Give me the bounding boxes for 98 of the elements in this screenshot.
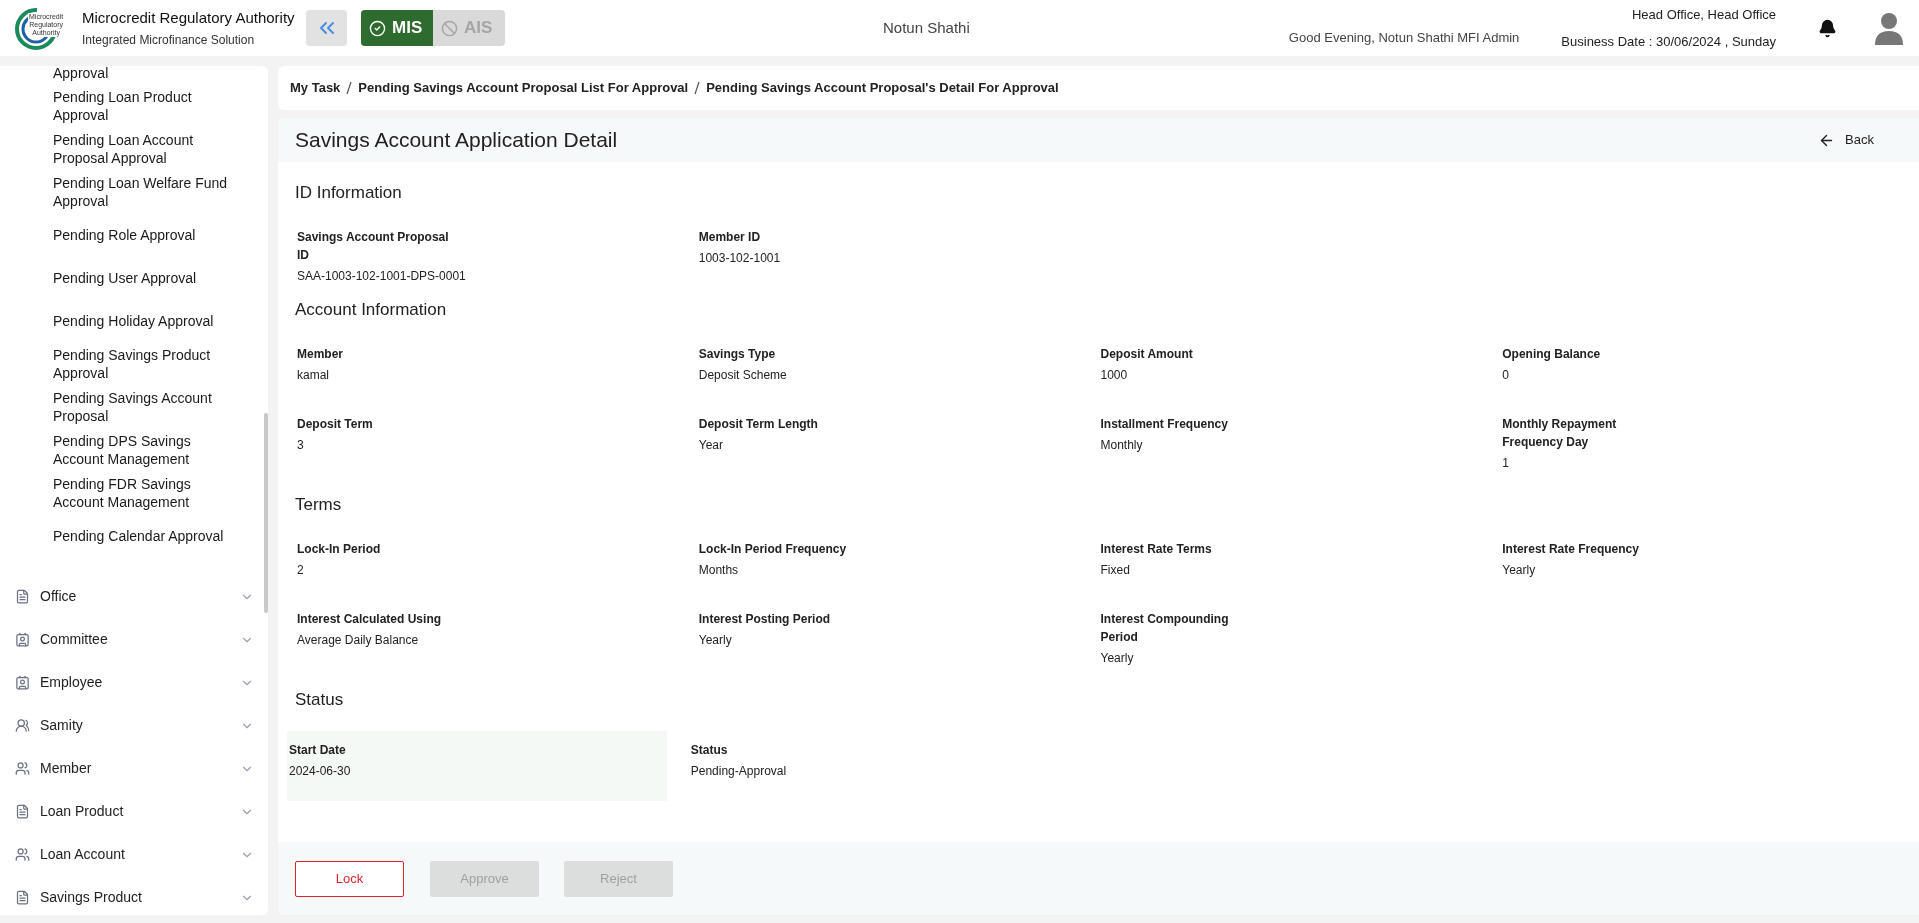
sidebar-subitem[interactable]: Pending Savings Account Proposal bbox=[53, 385, 233, 428]
field-value: Yearly bbox=[1502, 562, 1537, 579]
menu-label: Employee bbox=[40, 673, 103, 692]
org-name: Microcredit Regulatory Authority bbox=[82, 7, 295, 28]
back-link[interactable]: Back bbox=[1818, 130, 1874, 150]
sidebar-subitem[interactable]: Pending DPS Savings Account Management bbox=[53, 428, 233, 471]
field-value: Fixed bbox=[1100, 562, 1131, 579]
people-icon bbox=[15, 847, 30, 862]
field-value: Monthly bbox=[1100, 437, 1144, 454]
field-label: Interest Rate Terms bbox=[1100, 541, 1213, 558]
field-value: 2024-06-30 bbox=[289, 763, 352, 780]
menu-label: Loan Product bbox=[40, 802, 124, 821]
contact-card-icon bbox=[15, 632, 30, 647]
sidebar-menu-item[interactable]: Loan Account bbox=[0, 833, 268, 876]
field-label: Opening Balance bbox=[1502, 346, 1602, 363]
module-tab[interactable]: MIS bbox=[361, 10, 433, 46]
center-title: Notun Shathi bbox=[883, 17, 970, 38]
sidebar-subitem[interactable]: Pending Savings Product Approval bbox=[53, 342, 233, 385]
greeting-text: Good Evening, Notun Shathi MFI Admin bbox=[1288, 29, 1520, 48]
sidebar-subitem[interactable]: Pending Holiday Approval bbox=[53, 299, 233, 342]
user-avatar-icon[interactable] bbox=[1873, 11, 1905, 45]
notification-bell-icon[interactable] bbox=[1818, 18, 1837, 38]
breadcrumb-link[interactable]: Pending Savings Account Proposal List For Approval bbox=[358, 78, 689, 98]
field-label: Interest Rate Frequency bbox=[1502, 541, 1640, 558]
field-label: Lock-In Period bbox=[297, 541, 382, 558]
page-title: Savings Account Application Detail bbox=[295, 127, 618, 154]
sidebar-subitem[interactable]: Pending FDR Savings Account Management bbox=[53, 471, 233, 514]
section-title: Account Information bbox=[295, 299, 448, 322]
org-subtitle: Integrated Microfinance Solution bbox=[82, 32, 256, 50]
prohibited-icon bbox=[441, 19, 458, 37]
field-value: SAA-1003-102-1001-DPS-0001 bbox=[297, 268, 467, 285]
office-text: Head Office, Head Office bbox=[1631, 5, 1776, 24]
sidebar-menu-item[interactable]: Samity bbox=[0, 704, 268, 747]
field-value: Deposit Scheme bbox=[698, 367, 788, 384]
sidebar-menu-item[interactable]: Office bbox=[0, 575, 268, 618]
section-title: Terms bbox=[295, 494, 343, 517]
field-label: Monthly Repayment Frequency Day bbox=[1502, 416, 1618, 451]
contact-card-icon bbox=[15, 675, 30, 690]
action-button[interactable]: Lock bbox=[295, 860, 404, 897]
field-value: 3 bbox=[297, 437, 305, 454]
people-icon bbox=[15, 761, 30, 776]
sidebar-subitem[interactable]: Pending Calendar Approval bbox=[53, 514, 233, 557]
menu-label: Savings Product bbox=[40, 888, 142, 907]
menu-label: Office bbox=[40, 587, 77, 606]
section-title: Status bbox=[295, 689, 345, 712]
menu-label: Committee bbox=[40, 630, 108, 649]
field-value: 1 bbox=[1502, 455, 1510, 472]
breadcrumb-link[interactable]: My Task bbox=[290, 78, 341, 98]
field-label: Installment Frequency bbox=[1100, 416, 1229, 433]
field-label: Interest Calculated Using bbox=[297, 611, 443, 628]
slash-separator-icon bbox=[694, 81, 701, 95]
sidebar-subitem[interactable]: Approval bbox=[53, 66, 233, 84]
business-date: Business Date : 30/06/2024 , Sunday bbox=[1561, 33, 1776, 51]
field-label: Interest Posting Period bbox=[698, 611, 832, 628]
sidebar-menu-item[interactable]: Member bbox=[0, 747, 268, 790]
field-label: Member bbox=[297, 346, 344, 363]
field-value: Year bbox=[698, 437, 724, 454]
sidebar-menu-item[interactable]: Committee bbox=[0, 618, 268, 661]
section-title: ID Information bbox=[295, 182, 403, 205]
field-value: 1000 bbox=[1100, 367, 1129, 384]
field-label: Lock-In Period Frequency bbox=[698, 541, 848, 558]
sidebar-subitem[interactable]: Pending Loan Product Approval bbox=[53, 84, 233, 127]
document-icon bbox=[15, 589, 30, 604]
field-value: 2 bbox=[297, 562, 305, 579]
breadcrumb-link[interactable]: Pending Savings Account Proposal's Detail For Approval bbox=[706, 78, 1059, 98]
sidebar-menu-item[interactable]: Savings Product bbox=[0, 876, 268, 915]
menu-label: Loan Account bbox=[40, 845, 125, 864]
document-icon bbox=[15, 804, 30, 819]
field-label: Savings Account Proposal ID bbox=[297, 229, 449, 264]
field-value: Months bbox=[698, 562, 740, 579]
collapse-button[interactable] bbox=[306, 10, 347, 46]
sidebar-menu-item[interactable]: Loan Product bbox=[0, 790, 268, 833]
field-value: 1003-102-1001 bbox=[698, 250, 782, 267]
field-value: Average Daily Balance bbox=[297, 632, 420, 649]
check-circle-icon bbox=[369, 19, 386, 37]
field-label: Member ID bbox=[698, 229, 762, 246]
field-label: Interest Compounding Period bbox=[1100, 611, 1230, 646]
sidebar-subitem[interactable]: Pending User Approval bbox=[53, 256, 233, 299]
field-value: 0 bbox=[1502, 367, 1510, 384]
field-value: Pending-Approval bbox=[690, 763, 788, 780]
field-label: Start Date bbox=[289, 742, 347, 759]
slash-separator-icon bbox=[346, 81, 353, 95]
field-label: Deposit Amount bbox=[1100, 346, 1194, 363]
field-value: Yearly bbox=[698, 632, 733, 649]
field-label: Deposit Term Length bbox=[698, 416, 819, 433]
sidebar-menu-item[interactable]: Employee bbox=[0, 661, 268, 704]
sidebar-subitem[interactable]: Pending Loan Account Proposal Approval bbox=[53, 127, 233, 170]
group-icon bbox=[15, 718, 30, 733]
menu-label: Member bbox=[40, 759, 92, 778]
sidebar-subitem[interactable]: Pending Role Approval bbox=[53, 213, 233, 256]
field-value: Yearly bbox=[1100, 650, 1135, 667]
sidebar-subitem[interactable]: Pending Loan Welfare Fund Approval bbox=[53, 170, 233, 213]
menu-label: Samity bbox=[40, 716, 83, 735]
field-value: kamal bbox=[297, 367, 330, 384]
field-label: Deposit Term bbox=[297, 416, 374, 433]
field-label: Savings Type bbox=[698, 346, 777, 363]
document-icon bbox=[15, 890, 30, 905]
field-label: Status bbox=[690, 742, 729, 759]
